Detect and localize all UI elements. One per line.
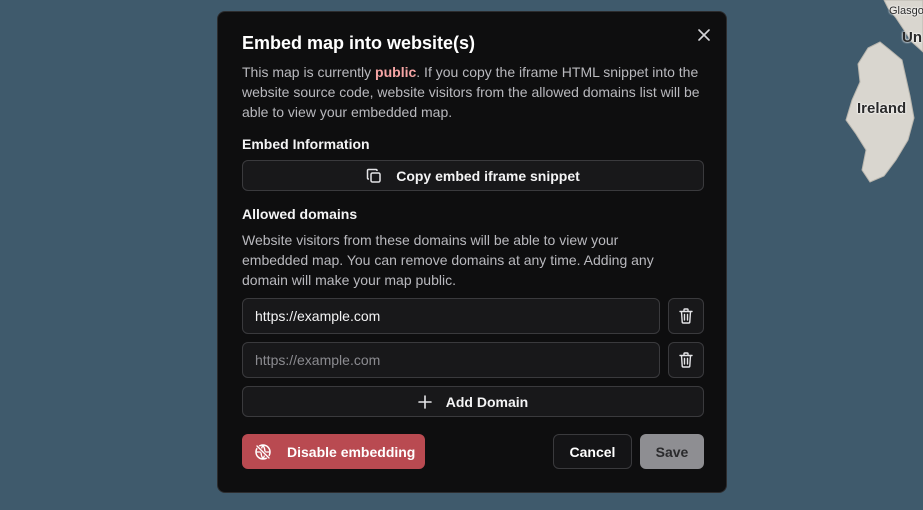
save-label: Save [655,443,689,460]
copy-icon [366,168,382,184]
domain-input-1[interactable] [242,298,660,334]
description-prefix: This map is currently [242,64,376,80]
domain-input-2[interactable] [242,342,660,378]
embed-information-label: Embed Information [242,136,370,152]
close-button[interactable] [695,26,713,44]
trash-icon [679,352,693,368]
remove-domain-button-2[interactable] [668,342,704,378]
close-icon [698,29,710,41]
copy-embed-snippet-label: Copy embed iframe snippet [396,167,580,184]
map-label-ireland: Ireland [857,100,907,117]
embed-map-dialog: Embed map into website(s) This map is cu… [217,11,727,493]
add-domain-label: Add Domain [445,393,529,410]
save-button[interactable]: Save [640,434,704,469]
dialog-description: This map is currently public. If you cop… [242,62,712,122]
map-label-glasgow: Glasgo [889,5,923,17]
allowed-domains-label: Allowed domains [242,206,358,222]
globe-off-icon [254,443,272,461]
cancel-button[interactable]: Cancel [553,434,632,469]
plus-icon [417,394,432,409]
cancel-label: Cancel [569,443,616,460]
map-label-united-kingdom: Un [902,29,922,46]
disable-embedding-button[interactable]: Disable embedding [242,434,425,469]
trash-icon [679,308,693,324]
remove-domain-button-1[interactable] [668,298,704,334]
copy-embed-snippet-button[interactable]: Copy embed iframe snippet [242,160,704,191]
visibility-status: public [375,64,417,80]
dialog-title: Embed map into website(s) [242,33,476,53]
disable-embedding-label: Disable embedding [287,443,416,460]
allowed-domains-description: Website visitors from these domains will… [242,232,654,288]
add-domain-button[interactable]: Add Domain [242,386,704,417]
